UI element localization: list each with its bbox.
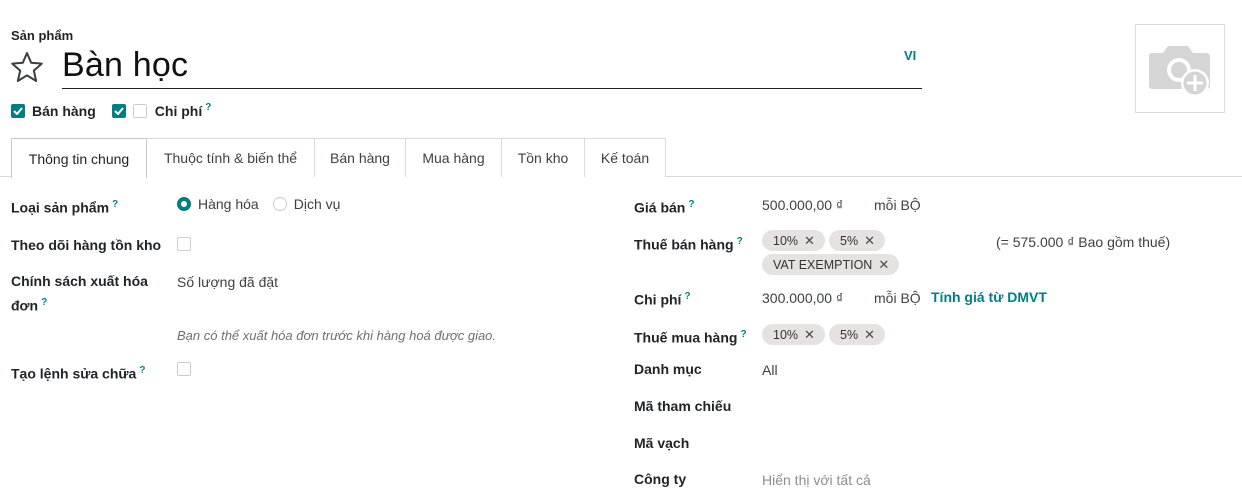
language-button[interactable]: VI: [904, 48, 916, 63]
barcode-label: Mã vạch: [634, 435, 690, 451]
radio-service[interactable]: [272, 197, 287, 211]
tab-sales[interactable]: Bán hàng: [315, 138, 406, 177]
radio-goods-label[interactable]: Hàng hóa: [198, 196, 259, 212]
cost-input[interactable]: 300.000,00 ₫: [762, 290, 843, 306]
repair-label: Tạo lệnh sửa chữa: [11, 365, 137, 382]
product-name-input[interactable]: Bàn học: [62, 46, 188, 85]
tag-label: 5%: [840, 327, 859, 342]
x-icon[interactable]: ✕: [864, 327, 875, 343]
cost-label: Chi phí: [634, 291, 682, 308]
tab-purchase[interactable]: Mua hàng: [406, 138, 502, 177]
company-label: Công ty: [634, 471, 687, 487]
favorite-star-icon[interactable]: [10, 51, 44, 83]
camera-plus-icon: [1149, 45, 1210, 97]
tag-label: 5%: [840, 233, 859, 248]
category-select[interactable]: All: [762, 362, 778, 378]
reference-input[interactable]: [762, 396, 1162, 416]
expense-ok-checkbox[interactable]: [111, 104, 126, 118]
tab-inventory[interactable]: Tồn kho: [502, 138, 585, 177]
radio-service-label[interactable]: Dịch vụ: [294, 196, 341, 212]
x-icon[interactable]: ✕: [878, 257, 889, 273]
x-icon[interactable]: ✕: [804, 233, 815, 249]
purchase-tax-tag[interactable]: 5% ✕: [829, 324, 885, 345]
sale-price-input[interactable]: 500.000,00 ₫: [762, 197, 843, 214]
track-inventory-checkbox[interactable]: [177, 237, 191, 251]
sale-tax-included-text: (= 575.000 ₫ Bao gồm thuế): [996, 234, 1171, 250]
sale-ok-checkbox[interactable]: [11, 104, 25, 118]
expense-help-icon[interactable]: ?: [205, 102, 211, 113]
checkmark-icon: [114, 107, 124, 115]
track-inventory-label: Theo dõi hàng tồn kho: [11, 237, 162, 253]
expense-ok-label: Chi phí: [154, 103, 203, 119]
tab-accounting[interactable]: Kế toán: [585, 138, 666, 177]
cost-help-icon[interactable]: ?: [684, 291, 690, 302]
expense-ok-checkbox-secondary[interactable]: [132, 104, 147, 118]
tag-label: 10%: [773, 233, 799, 248]
x-icon[interactable]: ✕: [804, 327, 815, 343]
sale-ok-label: Bán hàng: [32, 103, 96, 119]
sale-tax-help-icon[interactable]: ?: [737, 236, 743, 247]
product-type-label: Loại sản phẩm: [11, 199, 110, 216]
x-icon[interactable]: ✕: [864, 233, 875, 249]
tag-label: VAT EXEMPTION: [773, 257, 873, 272]
sale-tax-tag[interactable]: VAT EXEMPTION ✕: [762, 254, 900, 275]
repair-checkbox[interactable]: [177, 362, 191, 376]
invoice-policy-help-icon[interactable]: ?: [41, 297, 47, 308]
sale-tax-tag[interactable]: 10% ✕: [762, 230, 825, 251]
radio-goods[interactable]: [177, 197, 191, 211]
invoice-policy-label-line2: đơn: [11, 297, 39, 314]
purchase-tax-help-icon[interactable]: ?: [740, 329, 746, 340]
cost-unit: mỗi BỘ: [874, 290, 921, 306]
category-label: Danh mục: [634, 361, 702, 377]
purchase-tax-label: Thuế mua hàng: [634, 329, 738, 346]
compute-from-bom-link[interactable]: Tính giá từ DMVT: [931, 289, 1047, 305]
tag-label: 10%: [773, 327, 799, 342]
sale-tax-label: Thuế bán hàng: [634, 236, 734, 253]
invoice-policy-select[interactable]: Số lượng đã đặt: [177, 274, 278, 290]
sale-price-help-icon[interactable]: ?: [688, 199, 694, 210]
tab-attributes-variants[interactable]: Thuộc tính & biến thể: [147, 138, 315, 177]
tab-general-info[interactable]: Thông tin chung: [11, 138, 147, 178]
product-label: Sản phẩm: [11, 28, 74, 43]
product-type-help-icon[interactable]: ?: [112, 199, 118, 210]
product-image-upload[interactable]: [1135, 24, 1225, 113]
invoice-policy-note: Bạn có thể xuất hóa đơn trước khi hàng h…: [177, 328, 497, 343]
sale-price-label: Giá bán: [634, 199, 686, 216]
purchase-tax-tag[interactable]: 10% ✕: [762, 324, 825, 345]
product-name-underline: [62, 88, 922, 89]
sale-tax-tag[interactable]: 5% ✕: [829, 230, 885, 251]
checkmark-icon: [13, 107, 23, 115]
sale-price-unit: mỗi BỘ: [874, 197, 921, 213]
barcode-input[interactable]: [762, 433, 1162, 453]
reference-label: Mã tham chiếu: [634, 398, 732, 414]
invoice-policy-label-line1: Chính sách xuất hóa: [11, 273, 148, 289]
repair-help-icon[interactable]: ?: [139, 365, 145, 376]
